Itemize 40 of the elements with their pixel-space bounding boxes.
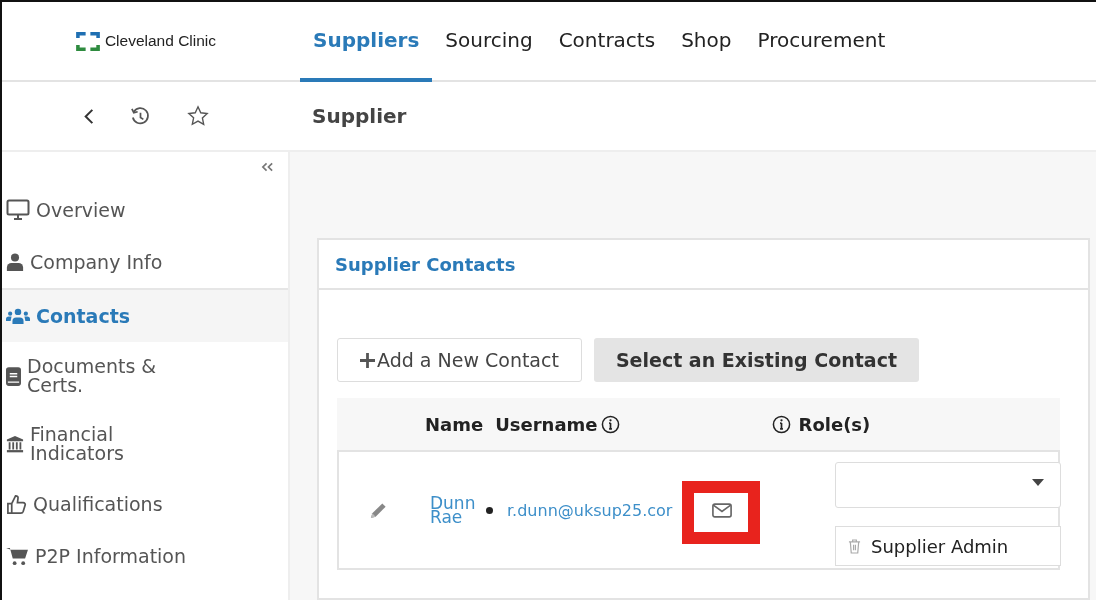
nav-tab[interactable]: Sourcing: [432, 2, 546, 82]
sidebar-item[interactable]: Qualifications: [2, 478, 288, 530]
person-icon: [6, 253, 24, 271]
sidebar-item[interactable]: Contacts: [2, 290, 288, 342]
contact-email[interactable]: r.dunn@uksup25.cor: [507, 500, 673, 520]
page-title: Supplier: [312, 104, 407, 128]
monitor-icon: [6, 199, 30, 221]
sidebar-item[interactable]: P2P Information: [2, 530, 288, 582]
thumbs-up-icon: [6, 493, 27, 515]
people-icon: [6, 307, 30, 325]
nav-tab[interactable]: Procurement: [744, 2, 899, 82]
nav-tab[interactable]: Contracts: [545, 2, 669, 82]
nav-tab[interactable]: Suppliers: [300, 2, 433, 82]
bank-icon: [6, 435, 24, 453]
collapse-icon[interactable]: [261, 162, 274, 172]
brand-name: Cleveland Clinic: [104, 32, 217, 50]
plus-icon: [360, 352, 375, 368]
nav-tab[interactable]: Shop: [668, 2, 745, 82]
sidebar-item[interactable]: Documents & Certs.: [2, 342, 288, 410]
sidebar-item[interactable]: Overview: [2, 184, 288, 236]
panel-title: Supplier Contacts: [335, 253, 516, 275]
column-header: Username: [495, 413, 598, 435]
contact-name[interactable]: Dunn Rae: [430, 495, 476, 525]
column-header: Name: [425, 413, 484, 435]
info-icon: [771, 414, 791, 434]
caret-icon: [1032, 479, 1044, 486]
column-header: Role(s): [798, 413, 871, 435]
role-tag: Supplier Admin: [835, 526, 1061, 566]
cart-icon: [6, 546, 29, 566]
back-icon[interactable]: [83, 107, 94, 125]
sidebar-item[interactable]: Financial Indicators: [2, 410, 288, 478]
info-icon: [600, 414, 620, 434]
star-icon[interactable]: [186, 105, 209, 127]
book-icon: [6, 366, 21, 386]
add-contact-button[interactable]: Add a New Contact: [337, 338, 582, 382]
logo-icon: [75, 31, 100, 51]
select-contact-button[interactable]: Select an Existing Contact: [593, 338, 919, 382]
history-icon[interactable]: [129, 105, 151, 127]
bullet-icon: [486, 506, 493, 514]
envelope-icon[interactable]: [712, 502, 733, 518]
